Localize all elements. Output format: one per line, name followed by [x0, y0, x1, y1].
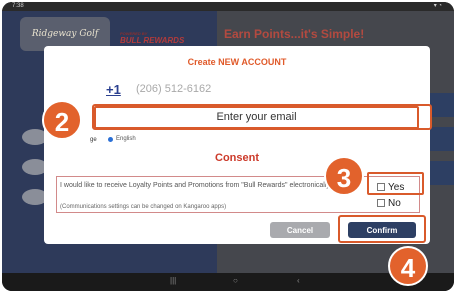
country-code[interactable]: +1	[106, 82, 121, 97]
step-2-badge: 2	[42, 100, 82, 140]
status-bar: 7:38 ▾ ◔	[2, 2, 454, 11]
consent-title: Consent	[215, 152, 259, 164]
email-highlight	[92, 104, 432, 130]
tablet-frame: 7:38 ▾ ◔ Ridgeway Golf POWERED BY BULL R…	[2, 2, 454, 291]
status-time: 7:38	[12, 3, 24, 9]
consent-note: (Communications settings can be changed …	[60, 204, 227, 210]
step-3-badge: 3	[324, 156, 364, 196]
confirm-highlight	[338, 215, 426, 243]
status-icons: ▾ ◔	[433, 3, 442, 9]
language-option: English	[116, 136, 136, 142]
language-label: ge	[90, 137, 97, 143]
home-button[interactable]: ○	[233, 276, 238, 285]
recent-apps-button[interactable]: |||	[170, 276, 176, 285]
step-4-badge: 4	[388, 246, 428, 286]
dialog-title: Create NEW ACCOUNT	[187, 57, 287, 67]
screenshot: 7:38 ▾ ◔ Ridgeway Golf POWERED BY BULL R…	[0, 0, 456, 293]
consent-no-option[interactable]: No	[377, 198, 401, 209]
yes-highlight	[367, 172, 424, 195]
phone-number: (206) 512-6162	[136, 83, 212, 95]
back-button[interactable]: ‹	[297, 276, 300, 285]
cancel-button[interactable]: Cancel	[270, 222, 330, 238]
no-checkbox[interactable]	[377, 199, 385, 208]
no-label: No	[388, 198, 401, 209]
android-nav-bar: ||| ○ ‹	[2, 273, 454, 291]
powered-by-brand: BULL REWARDS	[120, 36, 185, 45]
powered-by-logo: POWERED BY BULL REWARDS	[120, 31, 184, 45]
app-headline: Earn Points...it's Simple!	[224, 27, 365, 41]
language-radio[interactable]	[108, 137, 113, 142]
consent-box: I would like to receive Loyalty Points a…	[56, 176, 420, 213]
